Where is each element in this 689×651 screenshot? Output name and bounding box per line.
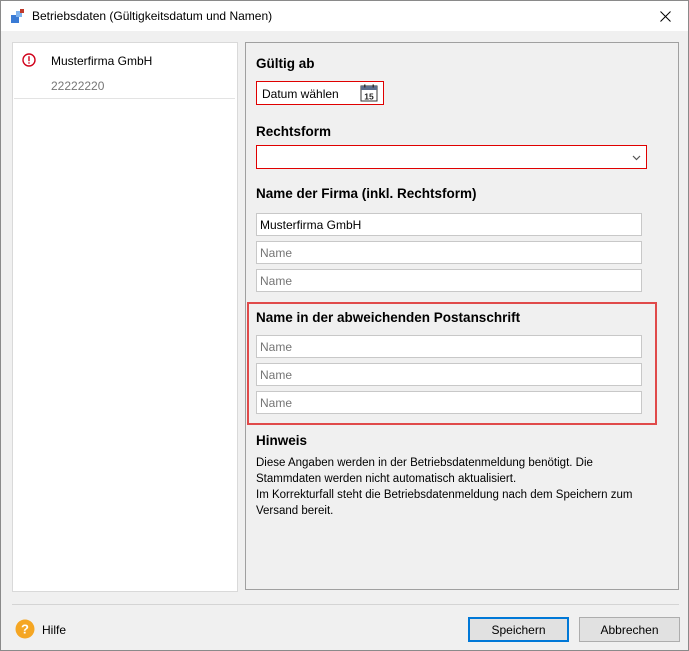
hint-line: Im Korrekturfall steht die Betriebsdaten… (256, 489, 633, 501)
svg-text:?: ? (21, 622, 29, 637)
title-bar: Betriebsdaten (Gültigkeitsdatum und Name… (1, 1, 688, 31)
date-picker[interactable]: Datum wählen 15 (256, 81, 384, 105)
cancel-button[interactable]: Abbrechen (579, 617, 680, 642)
chevron-down-icon (632, 155, 641, 161)
save-button[interactable]: Speichern (468, 617, 569, 642)
hint-label: Hinweis (256, 433, 308, 448)
hint-line: Diese Angaben werden in der Betriebsdate… (256, 457, 593, 469)
postal-name-input-2[interactable] (256, 363, 642, 386)
list-item[interactable]: Musterfirma GmbH 22222220 (14, 44, 235, 99)
close-button[interactable] (642, 1, 688, 31)
legal-form-label: Rechtsform (256, 124, 332, 139)
help-icon[interactable]: ? (15, 619, 35, 639)
company-name-label: Name der Firma (inkl. Rechtsform) (256, 186, 477, 201)
hint-line: Versand bereit. (256, 505, 334, 517)
company-name-input-1[interactable] (256, 213, 642, 236)
postal-name-input-3[interactable] (256, 391, 642, 414)
postal-name-input-1[interactable] (256, 335, 642, 358)
list-item-number: 22222220 (51, 79, 105, 93)
form-panel: Gültig ab Datum wählen 15 Rechtsform Nam… (245, 42, 679, 590)
list-item-company: Musterfirma GmbH (51, 54, 153, 68)
error-icon (22, 53, 36, 67)
hint-text: Diese Angaben werden in der Betriebsdate… (256, 455, 666, 519)
window-title: Betriebsdaten (Gültigkeitsdatum und Name… (32, 9, 273, 23)
company-name-input-3[interactable] (256, 269, 642, 292)
calendar-day: 15 (364, 92, 374, 102)
legal-form-select[interactable] (256, 145, 647, 169)
company-name-input-2[interactable] (256, 241, 642, 264)
date-placeholder: Datum wählen (262, 87, 339, 101)
footer-divider (12, 604, 679, 605)
hint-line: Stammdaten werden nicht automatisch aktu… (256, 473, 517, 485)
postal-name-label: Name in der abweichenden Postanschrift (256, 310, 521, 325)
app-icon (11, 9, 24, 23)
help-link[interactable]: Hilfe (42, 623, 66, 637)
close-icon (659, 10, 671, 22)
company-list: Musterfirma GmbH 22222220 (12, 42, 238, 592)
valid-from-label: Gültig ab (256, 56, 315, 71)
calendar-icon[interactable]: 15 (360, 84, 378, 102)
dialog-window: Betriebsdaten (Gültigkeitsdatum und Name… (0, 0, 689, 651)
